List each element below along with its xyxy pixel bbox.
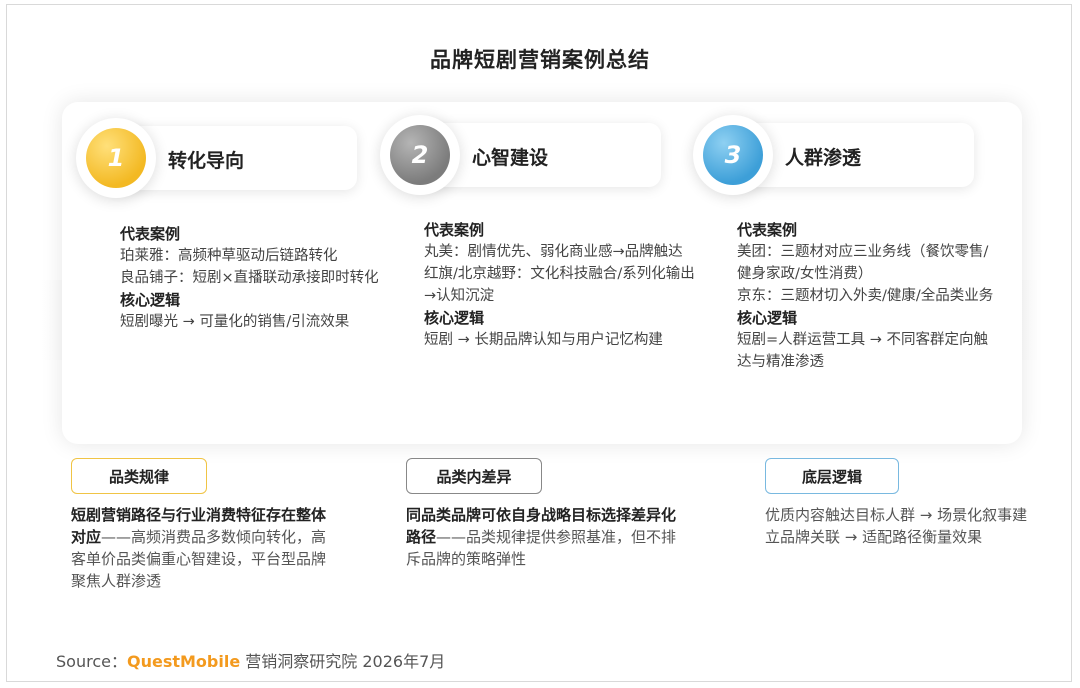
- column-body-3: 代表案例 美团：三题材对应三业务线（餐饮零售/健身家政/女性消费） 京东：三题材…: [737, 219, 999, 373]
- logic-heading: 核心逻辑: [120, 291, 181, 309]
- column-body-2: 代表案例 丸美：剧情优先、弱化商业感→品牌触达 红旗/北京越野：文化科技融合/系…: [424, 219, 704, 351]
- badge-number-1: 1: [86, 128, 146, 188]
- number-badge-3: 3: [693, 115, 773, 195]
- summary-tag-2: 品类内差异: [406, 458, 542, 494]
- summary-text-2: 同品类品牌可依自身战略目标选择差异化路径——品类规律提供参照基准，但不排斥品牌的…: [406, 504, 686, 570]
- number-badge-2: 2: [380, 115, 460, 195]
- summary-body-2: ——品类规律提供参照基准，但不排斥品牌的策略弹性: [406, 528, 677, 568]
- source-prefix: Source：: [56, 652, 127, 671]
- source-brand-logo: QuestMobile: [126, 652, 241, 671]
- summary-text-1: 短剧营销路径与行业消费特征存在整体对应——高频消费品多数倾向转化，高客单价品类偏…: [71, 504, 327, 592]
- summary-body-1: ——高频消费品多数倾向转化，高客单价品类偏重心智建设，平台型品牌聚焦人群渗透: [71, 528, 327, 590]
- logic-heading: 核心逻辑: [737, 309, 798, 327]
- column-title-3: 人群渗透: [785, 147, 862, 169]
- page-title: 品牌短剧营销案例总结: [430, 48, 650, 72]
- source-suffix: 营销洞察研究院 2026年7月: [245, 652, 446, 671]
- number-badge-1: 1: [76, 118, 156, 198]
- badge-number-3: 3: [703, 125, 763, 185]
- case-item: 京东：三题材切入外卖/健康/全品类业务: [737, 288, 994, 304]
- source-line: Source：QuestMobile 营销洞察研究院 2026年7月: [56, 648, 445, 672]
- column-body-1: 代表案例 珀莱雅：高频种草驱动后链路转化 良品铺子：短剧×直播联动承接即时转化 …: [120, 223, 388, 333]
- column-title-1: 转化导向: [168, 150, 245, 172]
- badge-number-2: 2: [390, 125, 450, 185]
- logic-text: 短剧 → 长期品牌认知与用户记忆构建: [424, 332, 663, 348]
- logic-text: 短剧曝光 → 可量化的销售/引流效果: [120, 314, 350, 330]
- case-item: 丸美：剧情优先、弱化商业感→品牌触达: [424, 244, 683, 260]
- cases-heading: 代表案例: [424, 221, 485, 239]
- cases-heading: 代表案例: [120, 225, 181, 243]
- logic-text: 短剧=人群运营工具 → 不同客群定向触达与精准渗透: [737, 332, 989, 370]
- case-item: 红旗/北京越野：文化科技融合/系列化输出→认知沉淀: [424, 266, 695, 304]
- summary-text-3: 优质内容触达目标人群 → 场景化叙事建立品牌关联 → 适配路径衡量效果: [765, 504, 1033, 548]
- logic-heading: 核心逻辑: [424, 309, 485, 327]
- column-title-2: 心智建设: [472, 147, 549, 169]
- summary-tag-1: 品类规律: [71, 458, 207, 494]
- summary-body-3: 优质内容触达目标人群 → 场景化叙事建立品牌关联 → 适配路径衡量效果: [765, 506, 1028, 546]
- cases-heading: 代表案例: [737, 221, 798, 239]
- case-item: 珀莱雅：高频种草驱动后链路转化: [120, 248, 338, 264]
- case-item: 良品铺子：短剧×直播联动承接即时转化: [120, 270, 379, 286]
- summary-tag-3: 底层逻辑: [765, 458, 899, 494]
- case-item: 美团：三题材对应三业务线（餐饮零售/健身家政/女性消费）: [737, 244, 989, 282]
